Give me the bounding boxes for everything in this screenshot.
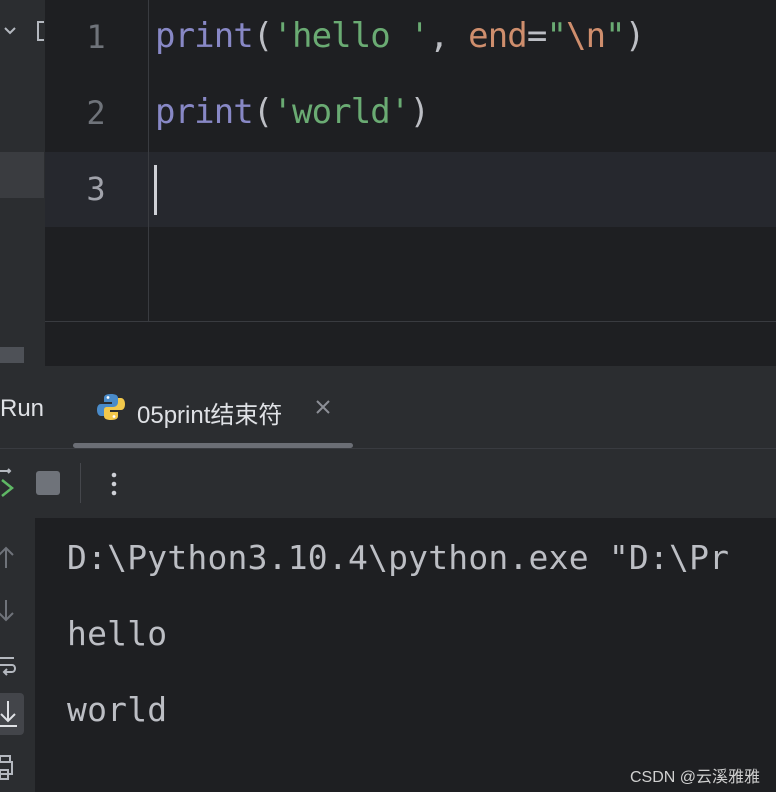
python-icon (97, 394, 125, 420)
more-options-icon[interactable] (104, 468, 124, 500)
scroll-down-icon[interactable] (0, 596, 22, 626)
print-icon[interactable] (0, 752, 22, 782)
toolbar-separator (80, 463, 81, 503)
code-line[interactable]: print('hello ', end="\n") (155, 16, 645, 56)
console-line: hello (67, 614, 168, 653)
console-line: D:\Python3.10.4\python.exe "D:\Pr (67, 538, 730, 577)
run-tab-label[interactable]: 05print结束符 (137, 395, 282, 430)
close-icon[interactable] (312, 396, 334, 418)
console-line: world (67, 690, 168, 729)
close-paren: ) (624, 16, 645, 56)
scroll-to-end-toggle[interactable] (0, 693, 24, 735)
rerun-icon[interactable] (0, 468, 14, 502)
project-scrollbar[interactable] (0, 347, 24, 363)
line-number: 1 (86, 18, 106, 56)
stop-icon[interactable] (36, 471, 60, 495)
project-selected-row[interactable] (0, 152, 44, 198)
watermark: CSDN @云溪雅雅 (629, 769, 760, 786)
project-panel-strip (0, 0, 45, 366)
string-quote: " (546, 16, 567, 56)
string-literal: 'world' (272, 92, 410, 132)
keyword-argument: end (468, 16, 528, 56)
open-paren: ( (252, 16, 273, 56)
gutter-divider (148, 0, 149, 322)
string-literal: 'hello ' (272, 16, 429, 56)
open-paren: ( (252, 92, 273, 132)
line-number: 3 (86, 170, 106, 208)
equals-sign: = (526, 16, 547, 56)
line-number: 2 (86, 94, 106, 132)
soft-wrap-icon[interactable] (0, 650, 22, 680)
chevron-down-icon[interactable] (2, 22, 18, 38)
code-line[interactable]: print('world') (155, 92, 430, 132)
function-name: print (155, 92, 254, 132)
close-paren: ) (409, 92, 430, 132)
scroll-to-end-icon (0, 701, 17, 727)
scroll-up-icon[interactable] (0, 542, 22, 572)
editor-bottom-divider (45, 321, 776, 322)
comma: , (429, 16, 469, 56)
escape-sequence: \n (566, 16, 606, 56)
text-caret (154, 165, 157, 215)
run-panel-title: Run (0, 395, 45, 422)
string-quote: " (605, 16, 625, 56)
folder-icon (37, 21, 44, 41)
function-name: print (155, 16, 254, 56)
